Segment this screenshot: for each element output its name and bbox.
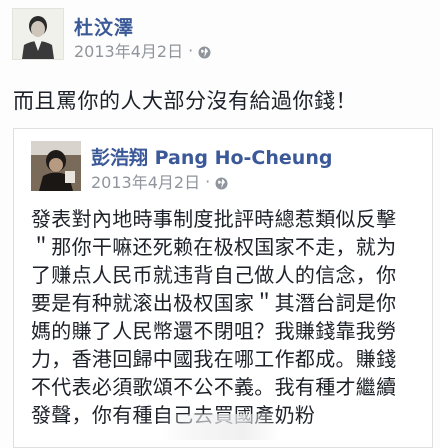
globe-icon — [198, 44, 211, 58]
shared-post-body: 發表對內地時事制度批評時總惹類似反擊 ＂那你干嘛还死赖在极权国家不走，就为 了赚… — [31, 205, 429, 429]
body-line: 不代表必須歌頌不公不義。我有種才繼續 — [31, 375, 397, 399]
shared-post-card[interactable]: 彭浩翔 Pang Ho-Cheung 2013年4月2日 · 發表對內地時事制度… — [13, 128, 433, 448]
body-line: 了赚点人民币就违背自己做人的信念，你 — [31, 263, 397, 287]
meta-separator: · — [188, 40, 194, 60]
post-date[interactable]: 2013年4月2日 — [74, 38, 183, 62]
globe-icon — [215, 175, 228, 189]
body-line: 發表對內地時事制度批評時總惹類似反擊 — [31, 207, 397, 231]
profile-photo — [13, 9, 63, 59]
body-line: 媽的賺了人民幣還不閉咀？我賺錢靠我勞 — [31, 319, 397, 343]
watermark — [160, 414, 280, 440]
author-name[interactable]: 杜汶澤 — [74, 13, 134, 40]
body-line: ＂那你干嘛还死赖在极权国家不走，就为 — [31, 235, 397, 259]
meta-separator: · — [205, 171, 211, 191]
shared-author-name[interactable]: 彭浩翔 Pang Ho-Cheung — [91, 143, 332, 170]
shared-timestamp: 2013年4月2日 · — [91, 169, 228, 193]
shared-profile-photo — [31, 141, 81, 191]
body-line: 要是有种就滚出极权国家＂其潛台詞是你 — [31, 291, 397, 315]
avatar[interactable] — [12, 8, 64, 60]
shared-date[interactable]: 2013年4月2日 — [91, 169, 200, 193]
post-message: 而且罵你的人大部分沒有給過你錢！ — [13, 89, 357, 113]
shared-avatar[interactable] — [31, 141, 81, 191]
post-timestamp: 2013年4月2日 · — [74, 38, 211, 62]
body-line: 力，香港回歸中國我在哪工作都成。賺錢 — [31, 347, 397, 371]
post-header: 杜汶澤 2013年4月2日 · — [12, 8, 432, 64]
